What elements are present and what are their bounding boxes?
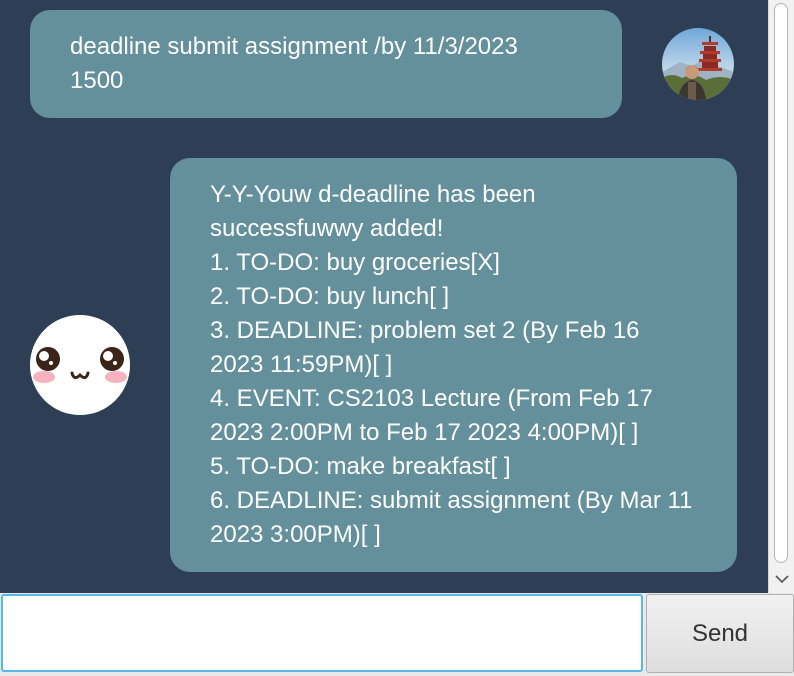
scroll-thumb[interactable]	[774, 3, 788, 563]
user-message-bubble: deadline submit assignment /by 11/3/2023…	[30, 10, 622, 118]
vertical-scrollbar[interactable]	[768, 0, 794, 593]
bot-avatar	[30, 315, 130, 415]
send-button[interactable]: Send	[646, 594, 794, 673]
message-input[interactable]	[1, 594, 643, 672]
user-avatar-photo-icon	[662, 28, 734, 100]
chat-window: deadline submit assignment /by 11/3/2023…	[0, 0, 794, 676]
bot-message-bubble: Y-Y-Youw d-deadline has been successfuww…	[170, 158, 737, 572]
chevron-down-icon[interactable]	[774, 572, 790, 586]
kawaii-face-icon	[30, 315, 130, 415]
input-bar: Send	[0, 593, 794, 676]
dialog-container[interactable]: deadline submit assignment /by 11/3/2023…	[0, 0, 768, 593]
user-avatar	[662, 28, 734, 100]
